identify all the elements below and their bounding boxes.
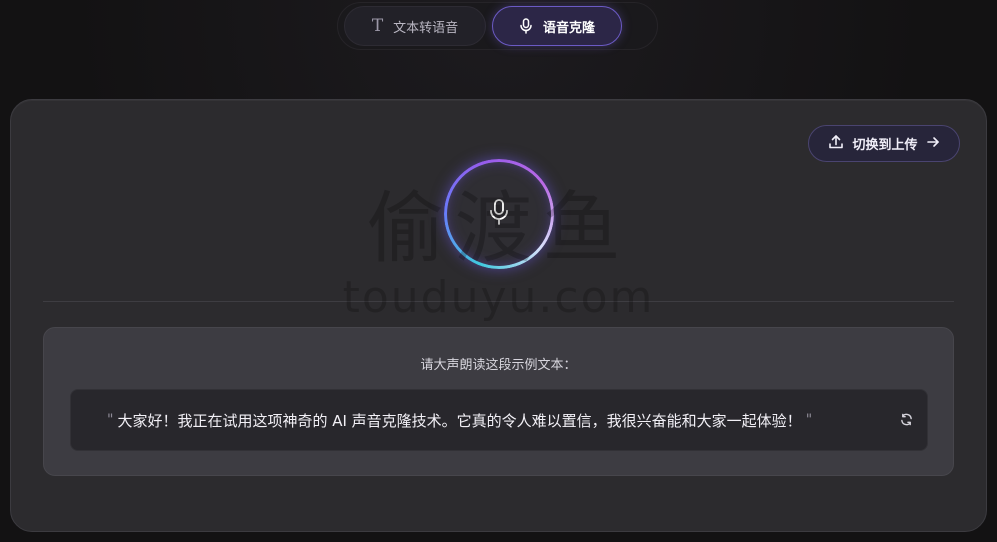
refresh-sample-button[interactable] <box>897 412 915 430</box>
switch-to-upload-label: 切换到上传 <box>852 138 918 153</box>
tab-voice-clone[interactable]: 语音克隆 <box>492 6 622 46</box>
text-icon: T <box>371 16 384 36</box>
switch-to-upload-button[interactable]: 切换到上传 <box>808 125 960 162</box>
sample-text-box: " 大家好！我正在试用这项神奇的 AI 声音克隆技术。它真的令人难以置信，我很兴… <box>70 389 928 451</box>
tab-text-to-speech[interactable]: T 文本转语音 <box>344 6 486 46</box>
voice-clone-card: 切换到上传 请大声朗读这段示例文本： " 大家好！我正在试用这项神奇的 AI 声… <box>10 99 987 532</box>
record-button[interactable] <box>444 159 554 269</box>
voice-clone-page: T 文本转语音 语音克隆 切换到上传 请大声朗读这段示例文本： " 大家好！我正… <box>0 0 997 542</box>
microphone-icon <box>519 18 533 34</box>
upload-icon <box>828 134 844 154</box>
tab-text-to-speech-label: 文本转语音 <box>393 20 459 36</box>
refresh-icon <box>900 412 913 430</box>
mode-tabs: T 文本转语音 语音克隆 <box>337 2 658 50</box>
sample-text: 大家好！我正在试用这项神奇的 AI 声音克隆技术。它真的令人难以置信，我很兴奋能… <box>117 411 802 430</box>
sample-text-panel: 请大声朗读这段示例文本： " 大家好！我正在试用这项神奇的 AI 声音克隆技术。… <box>43 327 954 476</box>
divider <box>43 301 954 302</box>
open-quote-icon: " <box>107 412 114 428</box>
sample-prompt: 请大声朗读这段示例文本： <box>420 358 577 373</box>
record-glow-ring <box>444 159 554 269</box>
close-quote-icon: " <box>805 412 813 428</box>
tab-voice-clone-label: 语音克隆 <box>542 20 595 36</box>
arrow-right-icon <box>926 135 940 153</box>
